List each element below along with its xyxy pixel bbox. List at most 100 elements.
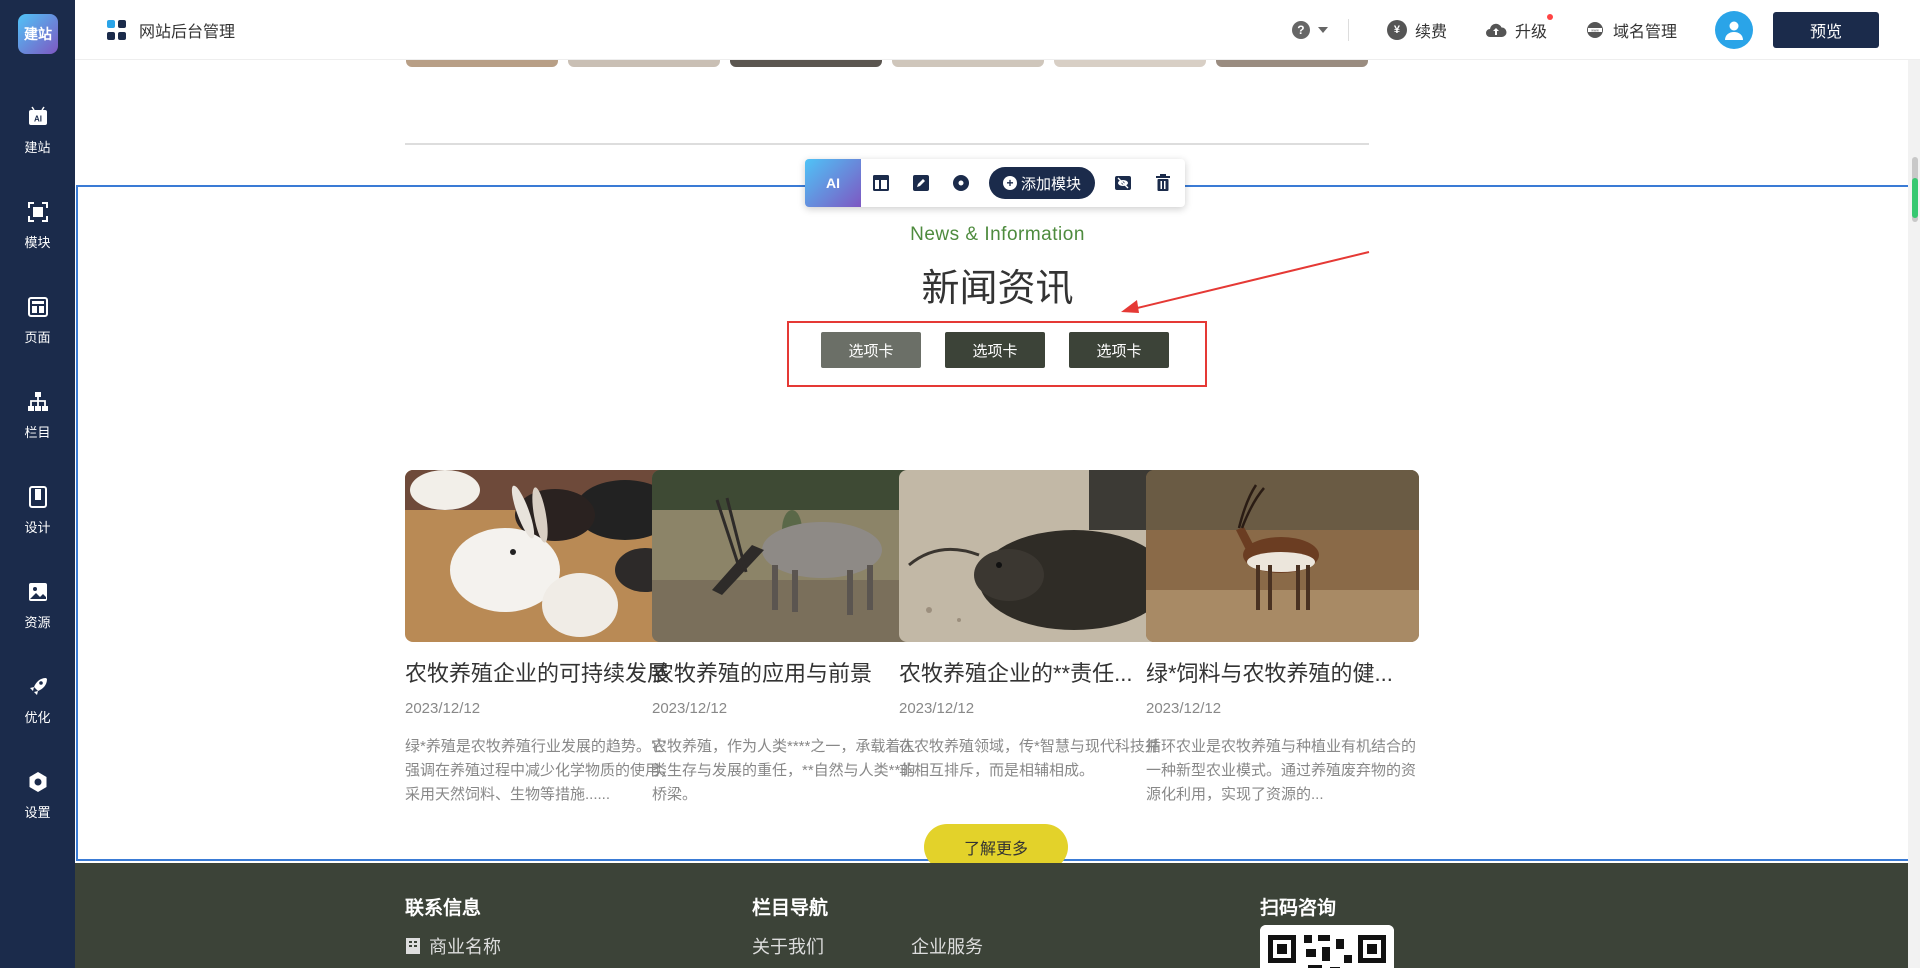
dashboard-grid-icon [107, 20, 127, 40]
sidebar-item-design[interactable]: 设计 [0, 477, 75, 557]
layout-button[interactable] [861, 174, 901, 192]
tab-2[interactable]: 选项卡 [945, 332, 1045, 368]
sidebar-item-build[interactable]: AI 建站 [0, 97, 75, 177]
building-icon [406, 938, 420, 954]
qr-code [1260, 925, 1394, 968]
sidebar-item-module[interactable]: 模块 [0, 192, 75, 272]
sidebar-item-label: 设计 [24, 520, 51, 535]
scroll-indicator [1912, 178, 1918, 218]
ai-icon: AI [28, 106, 47, 125]
footer-nav-heading: 栏目导航 [752, 898, 829, 919]
strip-image [892, 60, 1044, 67]
sidebar-item-settings[interactable]: 设置 [0, 762, 75, 842]
admin-title: 网站后台管理 [107, 18, 235, 42]
sidebar-item-label: 设置 [24, 805, 51, 820]
chevron-down-icon [1317, 27, 1328, 33]
sidebar-item-resource[interactable]: 资源 [0, 572, 75, 652]
delete-button[interactable] [1143, 174, 1183, 192]
edit-button[interactable] [901, 174, 941, 192]
news-title[interactable]: 农牧养殖企业的可持续发展 [405, 656, 678, 688]
strip-image [730, 60, 882, 67]
gear-icon [29, 772, 46, 792]
news-title[interactable]: 农牧养殖的应用与前景 [652, 656, 925, 688]
gazelle-photo[interactable] [1146, 470, 1419, 642]
avatar[interactable] [1715, 11, 1753, 49]
sitemap-icon [27, 392, 48, 411]
plus-icon: + [1003, 176, 1017, 190]
sidebar-item-page[interactable]: 页面 [0, 287, 75, 367]
tab-3[interactable]: 选项卡 [1069, 332, 1169, 368]
news-description: 循环农业是农牧养殖与种植业有机结合的一种新型农业模式。通过养殖废弃物的资源化利用… [1146, 738, 1417, 803]
palette-icon [953, 175, 969, 191]
ai-module-button[interactable]: AI [805, 159, 861, 207]
news-description: 农牧养殖，作为人类****之一，承载着人类生存与发展的重任，**自然与人类**的… [652, 738, 916, 803]
footer-link-services[interactable]: 企业服务 [911, 933, 983, 959]
add-module-button[interactable]: + 添加模块 [989, 167, 1096, 199]
admin-title-text: 网站后台管理 [139, 24, 236, 41]
sidebar-item-label: 建站 [24, 140, 51, 155]
groundhog-photo[interactable] [899, 470, 1172, 642]
site-footer: 联系信息 商业名称 栏目导航 关于我们 企业服务 扫码咨询 [75, 863, 1920, 968]
module-icon [27, 202, 48, 222]
layout-icon [873, 175, 889, 191]
news-date: 2023/12/12 [1146, 700, 1222, 717]
section-divider [405, 143, 1369, 145]
sidebar-item-label: 栏目 [24, 425, 51, 440]
user-icon [1725, 21, 1743, 40]
site-logo[interactable]: 建站 [18, 14, 58, 54]
section-subtitle: News & Information [910, 224, 1085, 245]
editor-canvas: AI + 添加模块 News & Information 新闻资讯 选项卡 选项… [75, 60, 1920, 968]
rabbits-photo[interactable] [405, 470, 678, 642]
divider [1347, 19, 1349, 41]
footer-contact-heading: 联系信息 [405, 898, 482, 919]
domain-management-button[interactable]: www 域名管理 [1585, 18, 1677, 42]
news-card[interactable]: 农牧养殖企业的**责任... 2023/12/12 在农牧养殖领域，传*智慧与现… [899, 470, 1172, 783]
renew-button[interactable]: ¥ 续费 [1386, 18, 1447, 42]
sidebar-item-label: 页面 [24, 330, 51, 345]
news-title[interactable]: 绿*饲料与农牧养殖的健... [1146, 656, 1419, 688]
footer-qr-heading: 扫码咨询 [1260, 898, 1337, 919]
news-card[interactable]: 农牧养殖的应用与前景 2023/12/12 农牧养殖，作为人类****之一，承载… [652, 470, 925, 807]
upgrade-label: 升级 [1514, 24, 1547, 41]
tab-1[interactable]: 选项卡 [821, 332, 921, 368]
design-icon [28, 486, 47, 508]
footer-link-about[interactable]: 关于我们 [752, 933, 824, 959]
news-description: 绿*养殖是农牧养殖行业发展的趋势。它强调在养殖过程中减少化学物质的使用，采用天然… [405, 738, 676, 803]
trash-icon [1156, 174, 1171, 191]
logo-text: 建站 [24, 26, 52, 42]
top-header: 网站后台管理 ? ¥ 续费 升级 www 域名管理 预览 [75, 0, 1920, 60]
help-dropdown[interactable]: ? [1291, 21, 1328, 39]
news-date: 2023/12/12 [652, 700, 728, 717]
strip-image [406, 60, 558, 67]
yen-icon: ¥ [1386, 20, 1407, 40]
annotation-arrow [1121, 251, 1370, 313]
image-icon [28, 583, 47, 601]
module-toolbar: AI + 添加模块 [805, 159, 1185, 207]
sidebar-item-optimize[interactable]: 优化 [0, 667, 75, 747]
news-card[interactable]: 农牧养殖企业的可持续发展 2023/12/12 绿*养殖是农牧养殖行业发展的趋势… [405, 470, 678, 807]
svg-text:AI: AI [34, 115, 42, 124]
rocket-icon [29, 678, 47, 695]
svg-text:www: www [1591, 29, 1599, 33]
news-date: 2023/12/12 [899, 700, 975, 717]
hide-button[interactable] [1103, 174, 1143, 192]
strip-image [568, 60, 720, 67]
oryx-photo[interactable] [652, 470, 925, 642]
style-button[interactable] [941, 174, 981, 192]
sidebar-item-label: 优化 [24, 710, 51, 725]
news-date: 2023/12/12 [405, 700, 481, 717]
left-sidebar: 建站 AI 建站 模块 页面 栏目 设计 资源 优化 设置 [0, 0, 75, 968]
previous-section-image-strip [406, 60, 1368, 67]
eye-off-icon [1115, 176, 1132, 190]
globe-icon: www [1586, 22, 1603, 38]
upgrade-button[interactable]: 升级 [1485, 14, 1553, 42]
news-card[interactable]: 绿*饲料与农牧养殖的健... 2023/12/12 循环农业是农牧养殖与种植业有… [1146, 470, 1419, 807]
add-module-label: 添加模块 [1021, 175, 1082, 193]
news-description: 在农牧养殖领域，传*智慧与现代科技并非相互排斥，而是相辅相成。 [899, 738, 1160, 779]
preview-button[interactable]: 预览 [1773, 12, 1879, 48]
news-title[interactable]: 农牧养殖企业的**责任... [899, 656, 1172, 688]
notification-dot [1546, 14, 1553, 20]
page-icon [27, 297, 48, 317]
sidebar-item-column[interactable]: 栏目 [0, 382, 75, 462]
strip-image [1054, 60, 1206, 67]
